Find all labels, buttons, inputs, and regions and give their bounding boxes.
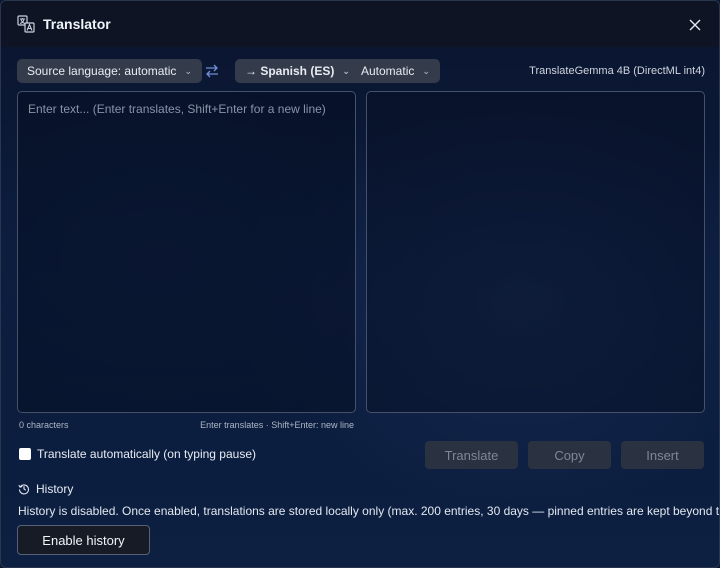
history-header: History xyxy=(18,482,73,496)
auto-translate-option[interactable]: Translate automatically (on typing pause… xyxy=(19,447,256,461)
insert-button[interactable]: Insert xyxy=(621,441,704,469)
mode-dropdown[interactable]: Automatic ⌄ xyxy=(351,59,440,83)
mode-label: Automatic xyxy=(361,64,415,78)
chevron-down-icon: ⌄ xyxy=(342,65,350,76)
copy-button[interactable]: Copy xyxy=(528,441,611,469)
enable-history-button[interactable]: Enable history xyxy=(17,525,150,555)
character-count: 0 characters xyxy=(19,420,69,430)
close-icon xyxy=(689,19,701,31)
title-bar: Translator xyxy=(1,1,719,47)
target-language-dropdown[interactable]: → Spanish (ES) ⌄ xyxy=(235,59,360,83)
swap-arrows-icon xyxy=(206,64,218,78)
source-language-label: Source language: automatic xyxy=(27,64,177,78)
history-icon xyxy=(18,484,30,495)
auto-translate-label: Translate automatically (on typing pause… xyxy=(37,447,256,461)
translation-output xyxy=(367,92,704,112)
window-title: Translator xyxy=(43,16,111,32)
model-label: TranslateGemma 4B (DirectML int4) xyxy=(529,65,705,77)
target-language-label: → Spanish (ES) xyxy=(245,64,335,78)
source-language-dropdown[interactable]: Source language: automatic ⌄ xyxy=(17,59,202,83)
auto-translate-checkbox[interactable] xyxy=(19,448,31,460)
translation-output-panel xyxy=(366,91,705,413)
translate-button[interactable]: Translate xyxy=(425,441,518,469)
history-title: History xyxy=(36,482,74,496)
close-button[interactable] xyxy=(685,15,705,35)
translator-window: Translator Source language: automatic ⌄ … xyxy=(0,0,720,568)
chevron-down-icon: ⌄ xyxy=(422,65,430,76)
source-text-panel xyxy=(17,91,356,413)
chevron-down-icon: ⌄ xyxy=(184,65,192,76)
keyboard-hint: Enter translates · Shift+Enter: new line xyxy=(200,420,354,430)
history-description: History is disabled. Once enabled, trans… xyxy=(18,504,720,518)
swap-languages-button[interactable] xyxy=(203,63,221,79)
translate-icon xyxy=(17,15,35,33)
source-text-input[interactable] xyxy=(18,92,355,412)
